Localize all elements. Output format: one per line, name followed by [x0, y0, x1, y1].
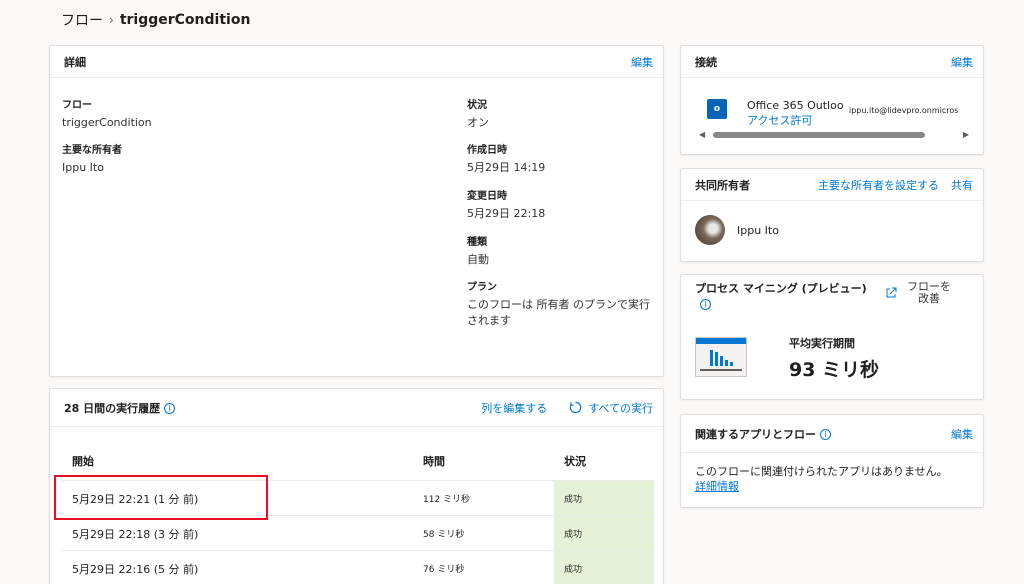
horizontal-scrollbar[interactable]: ◀ ▶ — [699, 130, 969, 140]
process-mining-title: プロセス マイニング (プレビュー) i — [695, 282, 867, 310]
connections-header: 接続 編集 — [681, 46, 983, 78]
coowners-header: 共同所有者 主要な所有者を設定する 共有 — [681, 169, 983, 201]
breadcrumb-separator: › — [109, 13, 114, 27]
col-duration-header[interactable]: 時間 — [423, 453, 445, 469]
owner-field: 主要な所有者 Ippu Ito — [62, 141, 122, 176]
more-info-link[interactable]: 詳細情報 — [695, 478, 739, 494]
breadcrumb-root[interactable]: フロー — [61, 10, 103, 30]
info-icon[interactable]: i — [164, 403, 176, 414]
run-duration: 76 ミリ秒 — [423, 565, 465, 575]
details-card: 詳細 編集 フロー triggerCondition 主要な所有者 Ippu I… — [49, 45, 664, 377]
coowners-title: 共同所有者 — [695, 178, 750, 192]
outlook-icon: o — [707, 99, 727, 119]
run-history-header: 28 日間の実行履歴 i 列を編集する すべての実行 — [50, 389, 663, 427]
improve-flow-link[interactable]: フローを改善 — [885, 281, 955, 305]
owner-label: 主要な所有者 — [62, 145, 122, 156]
connections-card: 接続 編集 o Office 365 Outloo アクセス許可 ippu.it… — [680, 45, 984, 155]
related-apps-card: 関連するアプリとフロー i 編集 このフローに関連付けられたアプリはありません。 … — [680, 414, 984, 508]
plan-value: このフローは 所有者 のプランで実行されます — [467, 298, 650, 327]
coowners-card: 共同所有者 主要な所有者を設定する 共有 Ippu Ito — [680, 168, 984, 262]
external-link-icon — [886, 287, 897, 298]
breadcrumb: フロー › triggerCondition — [61, 10, 250, 30]
run-status: 成功 — [554, 551, 654, 584]
share-link[interactable]: 共有 — [951, 177, 973, 193]
type-value: 自動 — [467, 253, 489, 266]
process-mining-chart-icon — [695, 337, 747, 377]
coowner-name: Ippu Ito — [737, 224, 779, 237]
all-runs-link[interactable]: すべての実行 — [569, 400, 653, 416]
created-value: 5月29日 14:19 — [467, 161, 546, 174]
run-start[interactable]: 5月29日 22:16 (5 分 前) — [72, 561, 198, 577]
created-label: 作成日時 — [467, 145, 507, 156]
connections-edit-link[interactable]: 編集 — [951, 54, 973, 70]
created-field: 作成日時 5月29日 14:19 — [467, 141, 545, 176]
type-field: 種類 自動 — [467, 233, 489, 268]
run-status: 成功 — [554, 481, 654, 515]
status-field: 状況 オン — [467, 96, 489, 131]
flow-label: フロー — [62, 100, 92, 111]
scrollbar-thumb[interactable] — [713, 132, 925, 138]
run-start[interactable]: 5月29日 22:18 (3 分 前) — [72, 526, 198, 542]
breadcrumb-current: triggerCondition — [119, 12, 251, 28]
run-duration: 58 ミリ秒 — [423, 530, 465, 540]
scroll-right-icon[interactable]: ▶ — [963, 130, 969, 139]
related-apps-title: 関連するアプリとフロー i — [695, 426, 831, 442]
edit-columns-link[interactable]: 列を編集する — [481, 400, 547, 416]
modified-field: 変更日時 5月29日 22:18 — [467, 187, 545, 222]
details-header: 詳細 編集 — [50, 46, 663, 78]
flow-value: triggerCondition — [62, 116, 152, 129]
info-icon[interactable]: i — [700, 298, 711, 310]
col-status-header[interactable]: 状況 — [564, 453, 586, 469]
run-duration: 112 ミリ秒 — [423, 495, 471, 505]
avatar — [695, 215, 725, 245]
run-history-title: 28 日間の実行履歴 i — [64, 400, 176, 416]
refresh-icon — [570, 401, 582, 414]
details-title: 詳細 — [64, 55, 86, 69]
process-mining-card: プロセス マイニング (プレビュー) i フローを改善 平均実行期間 93 ミリ… — [680, 274, 984, 400]
related-apps-header: 関連するアプリとフロー i 編集 — [681, 415, 983, 453]
connections-title: 接続 — [695, 55, 717, 69]
avg-duration-value: 93 ミリ秒 — [789, 359, 880, 381]
connection-email: ippu.ito@lidevpro.onmicros — [849, 106, 959, 115]
owner-value: Ippu Ito — [62, 161, 104, 174]
set-primary-owner-link[interactable]: 主要な所有者を設定する — [818, 177, 939, 193]
table-row[interactable]: 5月29日 22:18 (3 分 前) 58 ミリ秒 成功 — [62, 515, 654, 550]
connection-access-link[interactable]: アクセス許可 — [747, 112, 812, 128]
type-label: 種類 — [467, 237, 487, 248]
details-edit-link[interactable]: 編集 — [631, 54, 653, 70]
table-row[interactable]: 5月29日 22:16 (5 分 前) 76 ミリ秒 成功 — [62, 550, 654, 584]
col-start-header[interactable]: 開始 — [72, 453, 94, 469]
run-status: 成功 — [554, 516, 654, 550]
plan-label: プラン — [467, 282, 497, 293]
plan-field: プラン このフローは 所有者 のプランで実行されます — [467, 278, 657, 329]
status-value: オン — [467, 116, 489, 129]
scroll-left-icon[interactable]: ◀ — [699, 130, 705, 139]
related-edit-link[interactable]: 編集 — [951, 426, 973, 442]
modified-value: 5月29日 22:18 — [467, 207, 546, 220]
flow-field: フロー triggerCondition — [62, 96, 152, 131]
related-empty-text: このフローに関連付けられたアプリはありません。 — [695, 465, 948, 478]
highlight-box — [54, 475, 268, 520]
info-icon[interactable]: i — [820, 429, 831, 440]
connection-name: Office 365 Outloo — [747, 99, 843, 112]
modified-label: 変更日時 — [467, 191, 507, 202]
status-label: 状況 — [467, 100, 487, 111]
avg-duration-label: 平均実行期間 — [789, 337, 855, 350]
